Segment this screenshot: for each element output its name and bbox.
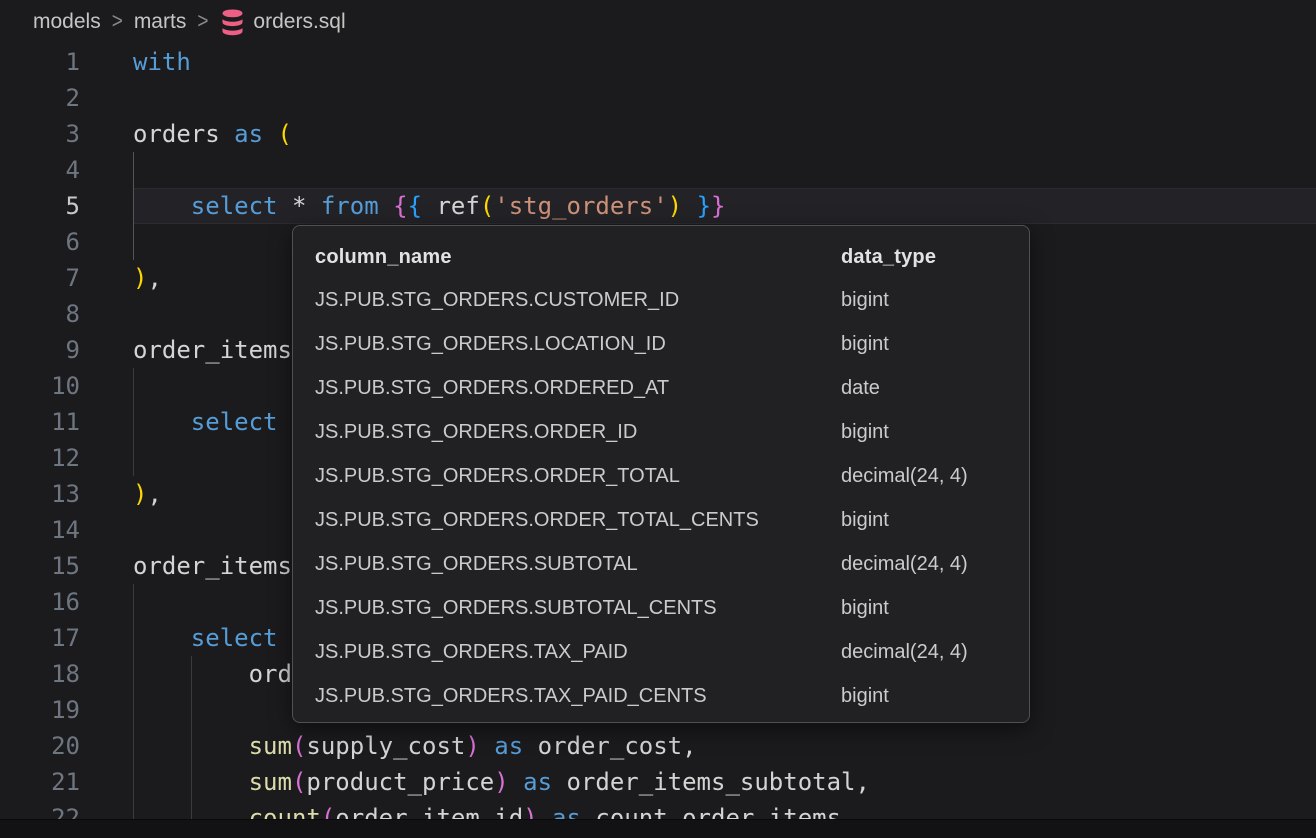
chevron-right-icon: > <box>197 9 208 34</box>
column-data-type: date <box>841 377 1007 400</box>
column-data-type: bigint <box>841 685 1007 708</box>
column-info-popup: column_name data_type JS.PUB.STG_ORDERS.… <box>292 225 1030 723</box>
column-name: JS.PUB.STG_ORDERS.ORDER_TOTAL <box>315 465 841 488</box>
line-number: 6 <box>0 224 133 260</box>
column-row[interactable]: JS.PUB.STG_ORDERS.ORDERED_ATdate <box>315 366 1007 410</box>
indent-guide <box>133 584 134 620</box>
code-line-4[interactable]: 4 <box>0 152 1316 188</box>
code-line-3[interactable]: 3orders as ( <box>0 116 1316 152</box>
line-number: 5 <box>0 188 133 224</box>
code-line-20[interactable]: 20 sum(supply_cost) as order_cost, <box>0 728 1316 764</box>
column-row[interactable]: JS.PUB.STG_ORDERS.TAX_PAIDdecimal(24, 4) <box>315 630 1007 674</box>
column-row[interactable]: JS.PUB.STG_ORDERS.ORDER_IDbigint <box>315 410 1007 454</box>
breadcrumb: models > marts > orders.sql <box>0 0 1316 44</box>
code-text: select <box>133 620 278 656</box>
column-name: JS.PUB.STG_ORDERS.ORDERED_AT <box>315 377 841 400</box>
column-row[interactable]: JS.PUB.STG_ORDERS.SUBTOTAL_CENTSbigint <box>315 586 1007 630</box>
code-text: ), <box>133 476 162 512</box>
popup-header-data-type: data_type <box>841 246 1007 269</box>
column-data-type: bigint <box>841 333 1007 356</box>
code-line-5[interactable]: 5 select * from {{ ref('stg_orders') }} <box>0 188 1316 224</box>
code-text: orders as ( <box>133 116 292 152</box>
column-row[interactable]: JS.PUB.STG_ORDERS.ORDER_TOTALdecimal(24,… <box>315 454 1007 498</box>
code-text: select <box>133 404 278 440</box>
code-text: select * from {{ ref('stg_orders') }} <box>133 188 725 224</box>
line-number: 9 <box>0 332 133 368</box>
indent-guide <box>133 224 134 260</box>
line-number: 7 <box>0 260 133 296</box>
column-data-type: bigint <box>841 421 1007 444</box>
column-data-type: decimal(24, 4) <box>841 641 1007 664</box>
code-text: sum(supply_cost) as order_cost, <box>133 728 697 764</box>
column-name: JS.PUB.STG_ORDERS.SUBTOTAL <box>315 553 841 576</box>
code-line-21[interactable]: 21 sum(product_price) as order_items_sub… <box>0 764 1316 800</box>
column-name: JS.PUB.STG_ORDERS.TAX_PAID_CENTS <box>315 685 841 708</box>
line-number: 3 <box>0 116 133 152</box>
code-text: with <box>133 44 191 80</box>
line-number: 21 <box>0 764 133 800</box>
column-row[interactable]: JS.PUB.STG_ORDERS.TAX_PAID_CENTSbigint <box>315 674 1007 718</box>
line-number: 16 <box>0 584 133 620</box>
chevron-right-icon: > <box>112 9 123 34</box>
panel-divider <box>0 819 1316 838</box>
column-name: JS.PUB.STG_ORDERS.SUBTOTAL_CENTS <box>315 597 841 620</box>
indent-guide <box>133 152 134 188</box>
indent-guide <box>191 692 192 728</box>
column-data-type: decimal(24, 4) <box>841 465 1007 488</box>
column-data-type: decimal(24, 4) <box>841 553 1007 576</box>
breadcrumb-item-models[interactable]: models <box>33 10 101 34</box>
column-name: JS.PUB.STG_ORDERS.ORDER_TOTAL_CENTS <box>315 509 841 532</box>
database-icon <box>221 9 244 36</box>
column-row[interactable]: JS.PUB.STG_ORDERS.ORDER_TOTAL_CENTSbigin… <box>315 498 1007 542</box>
indent-guide <box>133 368 134 404</box>
line-number: 15 <box>0 548 133 584</box>
line-number: 14 <box>0 512 133 548</box>
column-row[interactable]: JS.PUB.STG_ORDERS.CUSTOMER_IDbigint <box>315 278 1007 322</box>
line-number: 10 <box>0 368 133 404</box>
column-row[interactable]: JS.PUB.STG_ORDERS.SUBTOTALdecimal(24, 4) <box>315 542 1007 586</box>
breadcrumb-file-name[interactable]: orders.sql <box>253 10 345 34</box>
column-name: JS.PUB.STG_ORDERS.ORDER_ID <box>315 421 841 444</box>
popup-header-row: column_name data_type <box>315 236 1007 278</box>
line-number: 20 <box>0 728 133 764</box>
line-number: 11 <box>0 404 133 440</box>
column-name: JS.PUB.STG_ORDERS.LOCATION_ID <box>315 333 841 356</box>
indent-guide <box>133 440 134 476</box>
line-number: 2 <box>0 80 133 116</box>
code-text: order_items <box>133 332 292 368</box>
line-number: 1 <box>0 44 133 80</box>
code-text: ord <box>133 656 292 692</box>
popup-header-column-name: column_name <box>315 246 841 269</box>
column-name: JS.PUB.STG_ORDERS.TAX_PAID <box>315 641 841 664</box>
line-number: 18 <box>0 656 133 692</box>
indent-guide <box>133 692 134 728</box>
column-data-type: bigint <box>841 597 1007 620</box>
code-line-1[interactable]: 1with <box>0 44 1316 80</box>
line-number: 8 <box>0 296 133 332</box>
code-text: order_items <box>133 548 292 584</box>
breadcrumb-item-marts[interactable]: marts <box>134 10 187 34</box>
line-number: 12 <box>0 440 133 476</box>
column-data-type: bigint <box>841 289 1007 312</box>
line-number: 4 <box>0 152 133 188</box>
column-row[interactable]: JS.PUB.STG_ORDERS.LOCATION_IDbigint <box>315 322 1007 366</box>
line-number: 13 <box>0 476 133 512</box>
line-number: 19 <box>0 692 133 728</box>
line-number: 17 <box>0 620 133 656</box>
dbt-ide-editor: models > marts > orders.sql 1with23order… <box>0 0 1316 838</box>
code-text: sum(product_price) as order_items_subtot… <box>133 764 870 800</box>
column-data-type: bigint <box>841 509 1007 532</box>
column-name: JS.PUB.STG_ORDERS.CUSTOMER_ID <box>315 289 841 312</box>
code-line-2[interactable]: 2 <box>0 80 1316 116</box>
code-text: ), <box>133 260 162 296</box>
